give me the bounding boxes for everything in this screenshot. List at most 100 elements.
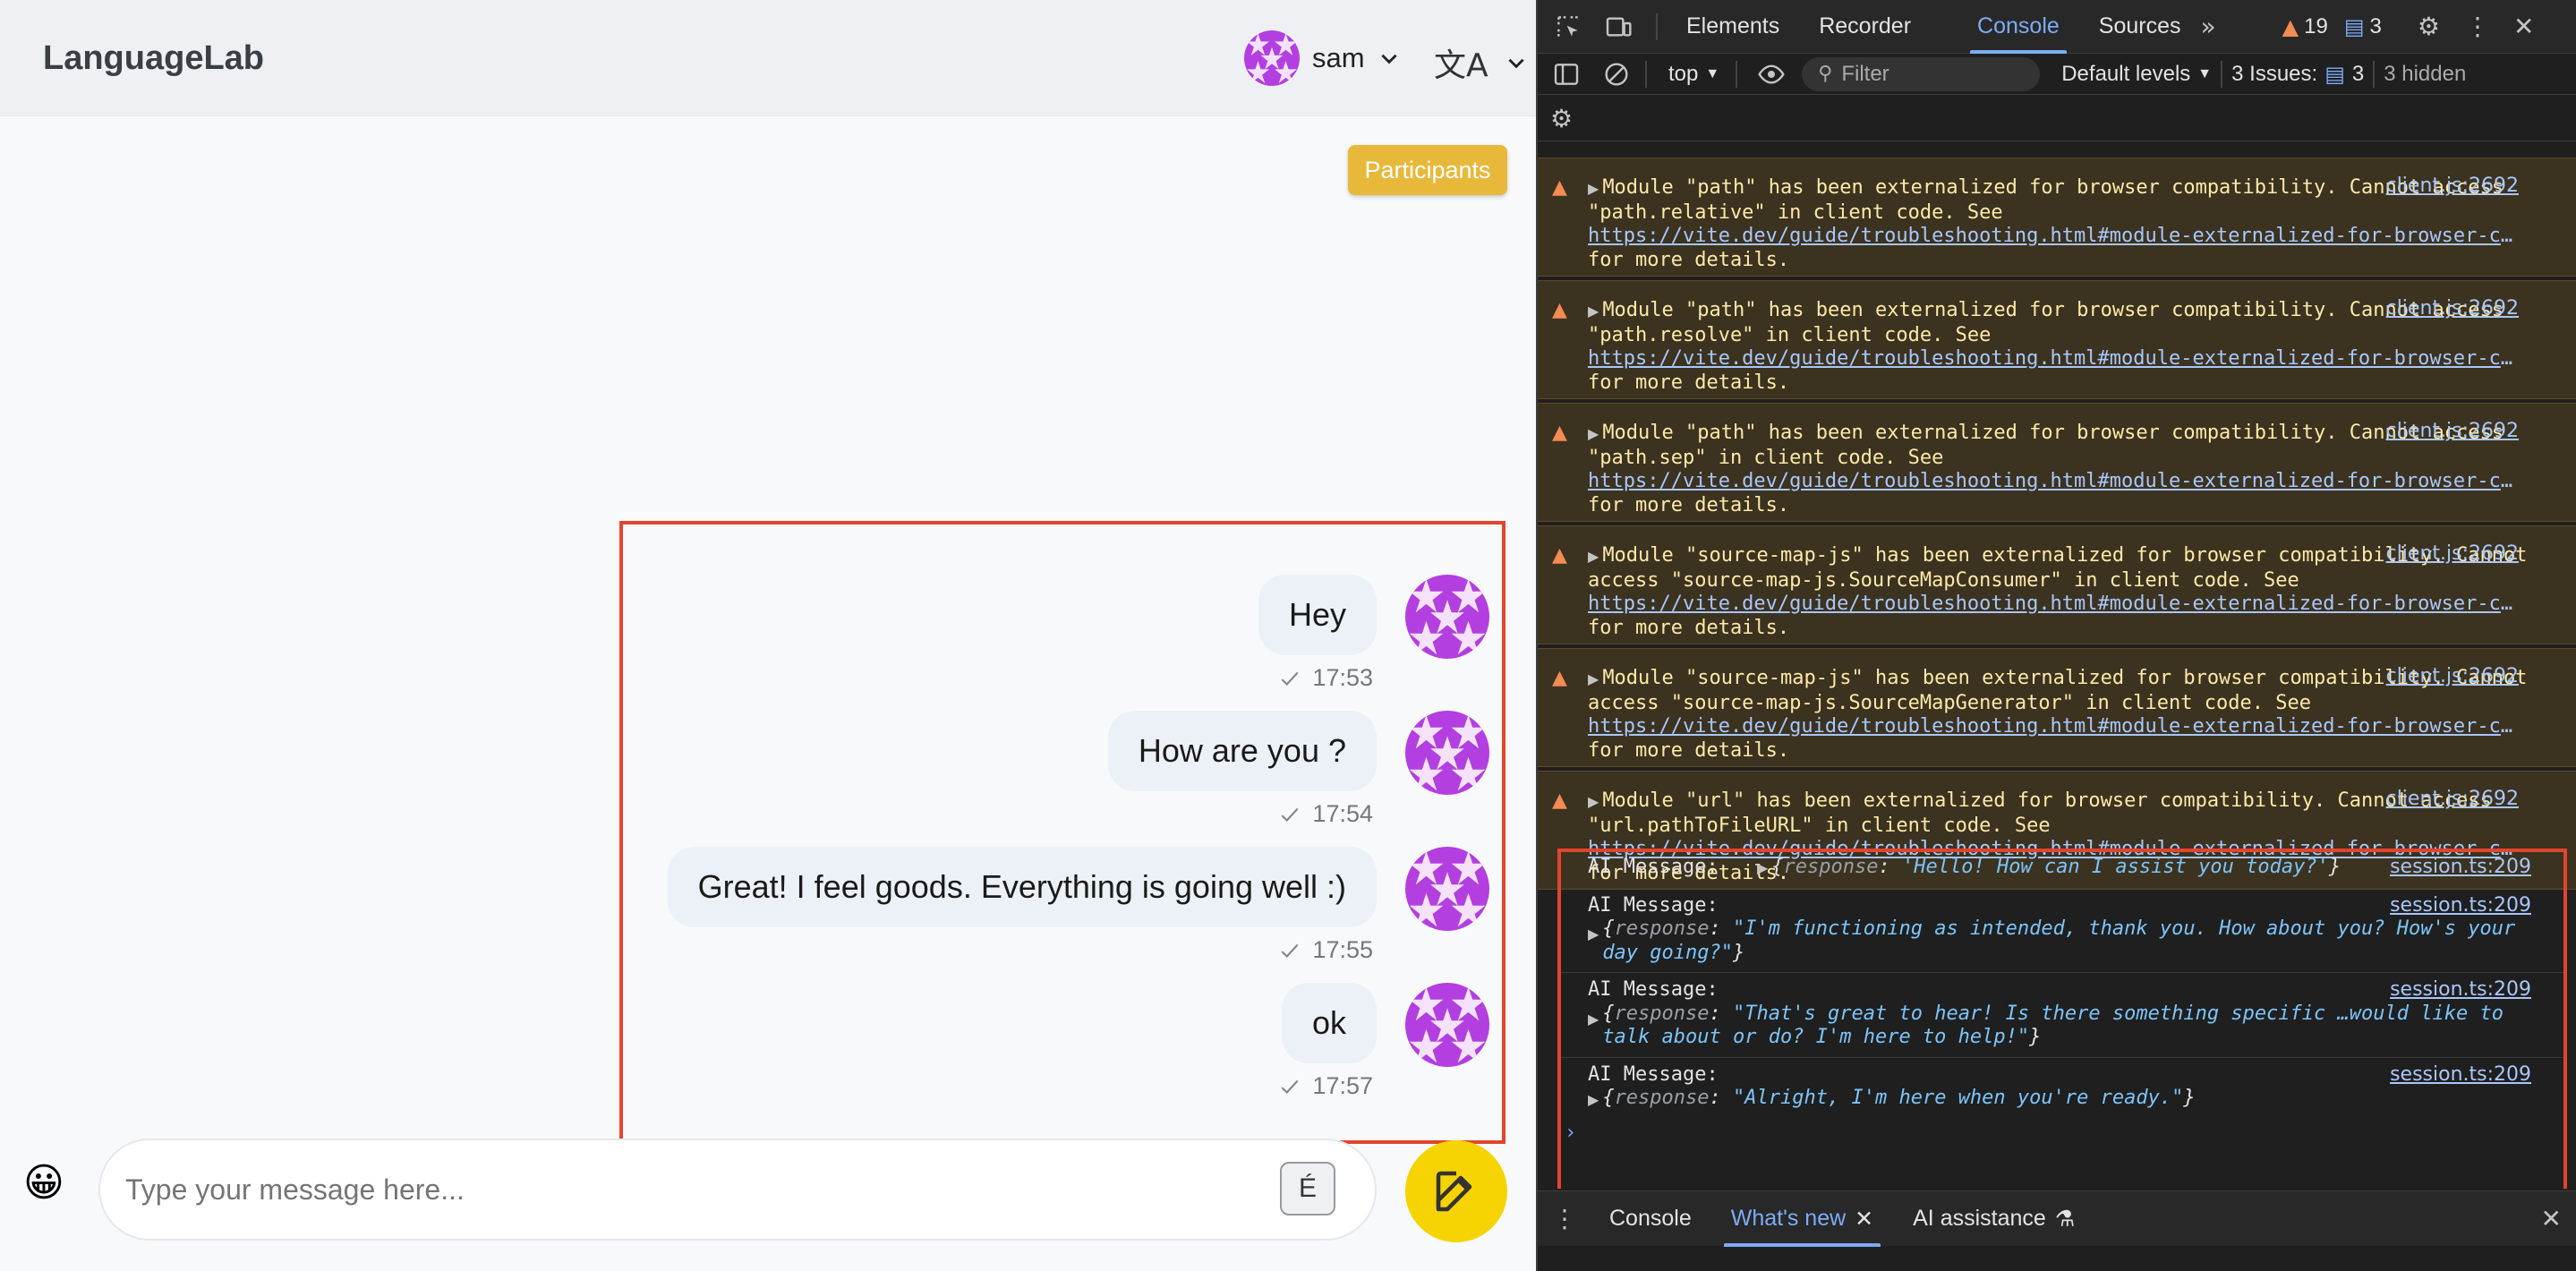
app-title: LanguageLab	[43, 39, 265, 77]
devtools-drawer-tabbar: ⋮ Console What's new ✕ AI assistance ⚗ ✕	[1538, 1190, 2576, 1247]
console-log[interactable]: session.ts:209 AI Message: ▶ {response: "…	[1561, 889, 2563, 973]
log-value: 'Hello! How can I assist you today?'	[1901, 856, 2329, 878]
dropdown-arrow-icon: ▼	[2197, 65, 2213, 81]
more-tabs-icon[interactable]: »	[2201, 12, 2216, 41]
hidden-count: 3 hidden	[2384, 61, 2467, 86]
message-time: 17:57	[1312, 1072, 1373, 1099]
console-warning[interactable]: ▲ client.js:2692 ▶ Module "path" has been…	[1538, 403, 2576, 522]
close-devtools-icon[interactable]: ✕	[2513, 12, 2534, 41]
expand-triangle-icon[interactable]: ▶	[1588, 548, 1599, 565]
console-log[interactable]: session.ts:209 AI Message: ▶ {response: '…	[1561, 852, 2563, 889]
log-levels-dropdown[interactable]: Default levels ▼	[2061, 62, 2212, 87]
troubleshooting-link[interactable]: https://vite.dev/guide/troubleshooting.h…	[1588, 470, 2519, 494]
chevron-down-icon	[1380, 54, 1397, 64]
sidebar-toggle-icon[interactable]	[1552, 60, 1581, 89]
tab-sources[interactable]: Sources	[2079, 0, 2201, 54]
issues-button[interactable]: 3 Issues: ▤ 3	[2231, 62, 2364, 87]
troubleshooting-link[interactable]: https://vite.dev/guide/troubleshooting.h…	[1588, 593, 2519, 617]
console-prompt[interactable]: ›	[1561, 1122, 2563, 1146]
source-link[interactable]: client.js:2692	[2386, 542, 2519, 567]
close-tab-icon[interactable]: ✕	[1855, 1206, 1873, 1232]
console-warning[interactable]: ▲ client.js:2692 ▶ Module "source-map-js"…	[1538, 648, 2576, 767]
tab-elements[interactable]: Elements	[1667, 0, 1799, 54]
expand-triangle-icon[interactable]: ▶	[1588, 1008, 1599, 1050]
source-link[interactable]: client.js:2692	[2386, 665, 2519, 689]
more-options-icon[interactable]: ⋮	[2465, 12, 2490, 41]
sender-avatar	[1405, 575, 1489, 659]
check-icon	[1281, 671, 1299, 686]
messages-count: 3	[2369, 13, 2382, 38]
user-avatar	[1244, 30, 1300, 86]
console-warning[interactable]: ▲ client.js:2692 ▶ Module "source-map-js"…	[1538, 525, 2576, 644]
expand-triangle-icon[interactable]: ▶	[1588, 1088, 1599, 1113]
drawer-tab-ai-assistance[interactable]: AI assistance ⚗	[1893, 1191, 2094, 1247]
toolbar-divider	[1656, 13, 1658, 40]
close-drawer-icon[interactable]: ✕	[2541, 1204, 2562, 1233]
warning-icon: ▲	[2282, 13, 2299, 39]
warning-tail: for more details.	[1588, 616, 1790, 639]
message-bubble: Hey	[1258, 575, 1377, 655]
filter-input[interactable]: ⚲ Filter	[1802, 56, 2041, 91]
console-warning[interactable]: ▲ client.js:2692 ▶ Module "path" has been…	[1538, 280, 2576, 399]
chat-app: LanguageLab sam 文A Participants Hey 17:5…	[0, 0, 1536, 1271]
message-input[interactable]	[98, 1139, 1377, 1241]
send-button[interactable]	[1405, 1140, 1507, 1242]
tab-console[interactable]: Console	[1958, 0, 2079, 54]
expand-triangle-icon[interactable]: ▶	[1588, 425, 1599, 442]
source-link[interactable]: session.ts:209	[2390, 894, 2531, 918]
expand-triangle-icon[interactable]: ▶	[1588, 793, 1599, 810]
issues-count: 3	[2351, 61, 2365, 86]
source-link[interactable]: session.ts:209	[2390, 978, 2531, 1002]
console-settings-gear-icon[interactable]: ⚙	[1550, 104, 1573, 133]
expand-triangle-icon[interactable]: ▶	[1588, 670, 1599, 687]
source-link[interactable]: client.js:2692	[2386, 175, 2519, 199]
issues-label: 3 Issues:	[2231, 61, 2318, 86]
expand-triangle-icon[interactable]: ▶	[1757, 859, 1768, 876]
source-link[interactable]: client.js:2692	[2386, 297, 2519, 321]
console-settings-row: ⚙	[1538, 95, 2576, 141]
inspect-element-icon[interactable]	[1554, 13, 1582, 41]
live-expression-eye-icon[interactable]	[1757, 60, 1786, 89]
console-log[interactable]: session.ts:209 AI Message: ▶ {response: "…	[1561, 1058, 2563, 1122]
messages-badge[interactable]: ▤ 3	[2344, 14, 2382, 39]
log-value: "I'm functioning as intended, thank you.…	[1602, 917, 2516, 964]
check-icon	[1281, 807, 1299, 822]
expand-triangle-icon[interactable]: ▶	[1588, 180, 1599, 197]
warnings-badge[interactable]: ▲ 19	[2282, 14, 2328, 39]
troubleshooting-link[interactable]: https://vite.dev/guide/troubleshooting.h…	[1588, 347, 2519, 371]
device-toolbar-icon[interactable]	[1604, 13, 1633, 41]
clear-console-icon[interactable]	[1602, 60, 1631, 89]
filter-placeholder: Filter	[1841, 61, 1889, 86]
drawer-menu-icon[interactable]: ⋮	[1552, 1204, 1577, 1233]
messages-highlight-frame: Hey 17:53 How are you ? 17:54 Great! I f…	[619, 521, 1506, 1144]
troubleshooting-link[interactable]: https://vite.dev/guide/troubleshooting.h…	[1588, 715, 2519, 739]
chevron-down-icon	[1508, 58, 1524, 69]
settings-gear-icon[interactable]: ⚙	[2418, 12, 2440, 41]
ai-logs-highlight-frame: session.ts:209 AI Message: ▶ {response: '…	[1557, 849, 2567, 1189]
drawer-tab-console[interactable]: Console	[1590, 1191, 1711, 1247]
accent-key-button[interactable]: É	[1280, 1162, 1335, 1216]
tab-recorder[interactable]: Recorder	[1799, 0, 1931, 54]
console-log[interactable]: session.ts:209 AI Message: ▶ {response: "…	[1561, 973, 2563, 1058]
emoji-picker-button[interactable]: 😀	[23, 1160, 64, 1206]
warning-tail: for more details.	[1588, 371, 1790, 394]
drawer-tab-whats-new[interactable]: What's new ✕	[1711, 1191, 1893, 1247]
expand-triangle-icon[interactable]: ▶	[1588, 923, 1599, 965]
troubleshooting-link[interactable]: https://vite.dev/guide/troubleshooting.h…	[1588, 225, 2519, 249]
warning-text: Module "path" has been externalized for …	[1588, 176, 2503, 224]
message-bubble: ok	[1281, 983, 1377, 1063]
source-link[interactable]: session.ts:209	[2390, 1063, 2531, 1088]
source-link[interactable]: client.js:2692	[2386, 788, 2519, 812]
console-warning[interactable]: ▲ client.js:2692 ▶ Module "path" has been…	[1538, 158, 2576, 277]
expand-triangle-icon[interactable]: ▶	[1588, 303, 1599, 320]
context-selector[interactable]: top ▼	[1668, 62, 1719, 87]
source-link[interactable]: client.js:2692	[2386, 420, 2519, 444]
user-menu[interactable]: sam	[1244, 30, 1401, 86]
language-menu[interactable]: 文A	[1434, 39, 1528, 86]
toolbar-divider	[1645, 60, 1647, 88]
warning-icon: ▲	[1552, 544, 1567, 567]
warning-text: Module "url" has been externalized for b…	[1588, 789, 2492, 837]
participants-button[interactable]: Participants	[1348, 145, 1507, 195]
source-link[interactable]: session.ts:209	[2390, 856, 2531, 880]
warning-tail: for more details.	[1588, 738, 1790, 762]
